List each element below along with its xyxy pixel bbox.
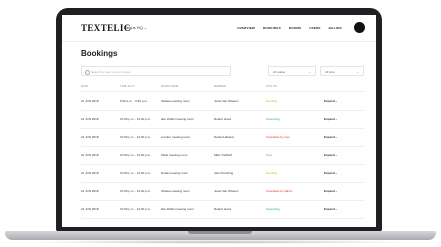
chevron-down-icon: ⌄ — [356, 70, 359, 74]
cell-member: Robert Hood — [214, 207, 232, 211]
cell-time-slot: 9:00 a.m. - 9:30 p.m. — [120, 99, 148, 103]
cell-date: 21 JUN 2018 — [81, 117, 99, 121]
cell-member: Mike Trollhoff — [214, 153, 232, 157]
laptop-shadow — [20, 240, 420, 244]
cell-room-name: Table meeting room — [161, 153, 188, 157]
laptop-screen: TEXTELIC Regus HQ ⌄ OVERVIEW BOOKINGS RO… — [62, 15, 376, 227]
cell-member: Josef Van Wissem — [214, 99, 239, 103]
expand-link[interactable]: Expand › — [324, 153, 337, 157]
cell-member: Josef Van Wissem — [214, 189, 239, 193]
laptop-notch — [188, 231, 252, 234]
cell-date: 21 JUN 2018 — [81, 189, 99, 193]
expand-link[interactable]: Expand › — [324, 117, 337, 121]
column-header-member[interactable]: MEMBER — [214, 85, 226, 88]
cell-member: Daniel Haberer — [214, 135, 235, 139]
cell-time-slot: 10:00 p.m. - 12:00 p.m. — [120, 171, 152, 175]
nav-bookings[interactable]: BOOKINGS — [263, 26, 281, 30]
search-input[interactable]: Search by user or room name — [81, 66, 231, 76]
page-title: Bookings — [81, 49, 118, 58]
expand-link[interactable]: Expand › — [324, 135, 337, 139]
org-selector[interactable]: Regus HQ ⌄ — [124, 25, 147, 30]
cell-time-slot: 10:00 p.m. - 12:00 p.m. — [120, 153, 152, 157]
cell-status: Pending — [266, 99, 278, 103]
time-filter-label: All time — [325, 70, 335, 74]
table-row[interactable]: 21 JUN 2018 10:00 p.m. - 12:00 p.m. Table … — [81, 146, 364, 165]
nav-overview[interactable]: OVERVIEW — [237, 26, 255, 30]
table-row[interactable]: 21 JUN 2018 9:00 a.m. - 9:30 p.m. Ottawa m… — [81, 92, 364, 111]
column-header-time-slot[interactable]: TIME SLOT — [120, 85, 135, 88]
cell-member: Robert Hood — [214, 117, 232, 121]
nav-rooms[interactable]: ROOMS — [289, 26, 301, 30]
cell-room-name: abu Dhabi meeting room — [161, 117, 194, 121]
cell-status: Upcoming — [266, 207, 280, 211]
table-row[interactable]: 21 JUN 2018 10:00 p.m. - 12:00 p.m. abu Dh… — [81, 200, 364, 219]
cell-date: 21 JUN 2018 — [81, 207, 99, 211]
cell-status: Pending — [266, 171, 278, 175]
status-filter-label: All status — [273, 70, 286, 74]
search-placeholder: Search by user or room name — [91, 70, 131, 74]
cell-date: 21 JUN 2018 — [81, 99, 99, 103]
cell-status: Cancelled by admin — [266, 189, 293, 193]
cell-time-slot: 10:00 p.m. - 12:00 p.m. — [120, 207, 152, 211]
cell-room-name: Ottawa meeting room — [161, 99, 190, 103]
cell-date: 21 JUN 2018 — [81, 135, 99, 139]
cell-time-slot: 10:00 p.m. - 12:00 p.m. — [120, 189, 152, 193]
cell-room-name: Ottawa meeting room — [161, 189, 190, 193]
cell-time-slot: 10:00 p.m. - 12:00 p.m. — [120, 135, 152, 139]
expand-link[interactable]: Expand › — [324, 189, 337, 193]
cell-room-name: London meeting room — [161, 135, 191, 139]
cell-date: 21 JUN 2018 — [81, 171, 99, 175]
expand-link[interactable]: Expand › — [324, 207, 337, 211]
expand-link[interactable]: Expand › — [324, 99, 337, 103]
cell-room-name: abu Dhabi meeting room — [161, 207, 194, 211]
column-header-date[interactable]: DATE — [81, 85, 88, 88]
status-filter-dropdown[interactable]: All status ⌄ — [268, 66, 316, 76]
chevron-down-icon: ⌄ — [308, 70, 311, 74]
cell-status: Cancelled by user — [266, 135, 291, 139]
cell-date: 21 JUN 2018 — [81, 153, 99, 157]
table-row[interactable]: 21 JUN 2018 10:00 p.m. - 12:00 p.m. Dubai … — [81, 164, 364, 183]
time-filter-dropdown[interactable]: All time ⌄ — [320, 66, 364, 76]
cell-time-slot: 10:00 p.m. - 12:00 p.m. — [120, 117, 152, 121]
cell-status: Upcoming — [266, 117, 280, 121]
cell-member: Alex Punching — [214, 171, 234, 175]
cell-room-name: Dubai meeting room — [161, 171, 189, 175]
column-header-room-name[interactable]: ROOM NAME — [161, 85, 179, 88]
search-icon — [85, 70, 90, 75]
nav-users[interactable]: USERS — [309, 26, 320, 30]
table-header: DATE TIME SLOT ROOM NAME MEMBER STATUS — [81, 83, 364, 92]
cell-status: Past — [266, 153, 273, 157]
table-row[interactable]: 21 JUN 2018 10:00 p.m. - 12:00 p.m. abu Dh… — [81, 110, 364, 129]
user-avatar[interactable] — [354, 22, 365, 33]
top-navigation-bar: TEXTELIC Regus HQ ⌄ OVERVIEW BOOKINGS RO… — [62, 15, 376, 42]
main-nav: OVERVIEW BOOKINGS ROOMS USERS BILLING — [237, 26, 342, 30]
table-row[interactable]: 21 JUN 2018 10:00 p.m. - 12:00 p.m. London… — [81, 128, 364, 147]
nav-billing[interactable]: BILLING — [329, 26, 342, 30]
table-row[interactable]: 21 JUN 2018 10:00 p.m. - 12:00 p.m. Ottawa… — [81, 182, 364, 201]
column-header-status[interactable]: STATUS — [266, 85, 277, 88]
expand-link[interactable]: Expand › — [324, 171, 337, 175]
